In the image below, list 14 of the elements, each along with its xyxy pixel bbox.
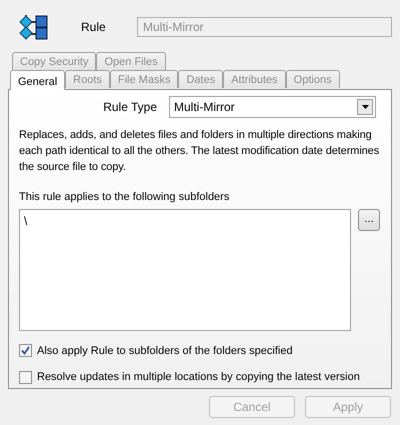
subfolders-label: This rule applies to the following subfolders — [19, 190, 230, 205]
hierarchy-icon — [17, 14, 49, 40]
subfolders-list[interactable]: \ — [19, 208, 351, 330]
option-label: Also apply Rule to subfolders of the folders specified — [37, 344, 293, 358]
checkbox[interactable] — [19, 344, 32, 358]
rule-label: Rule — [81, 19, 107, 36]
rule-type-dropdown[interactable]: Multi-Mirror — [169, 96, 376, 118]
option-label: Resolve updates in multiple locations by copying the latest version — [37, 370, 360, 385]
rule-type-label: Rule Type — [103, 99, 157, 116]
subfolder-item[interactable]: \ — [24, 212, 346, 230]
checkbox[interactable] — [19, 370, 32, 384]
tab[interactable]: General — [10, 70, 66, 90]
browse-button[interactable]: ... — [358, 208, 380, 230]
rule-description: Replaces, adds, and deletes files and folders in multiple directions making each path identical to all the others. The latest modification date determines the source file to copy. — [19, 128, 380, 175]
